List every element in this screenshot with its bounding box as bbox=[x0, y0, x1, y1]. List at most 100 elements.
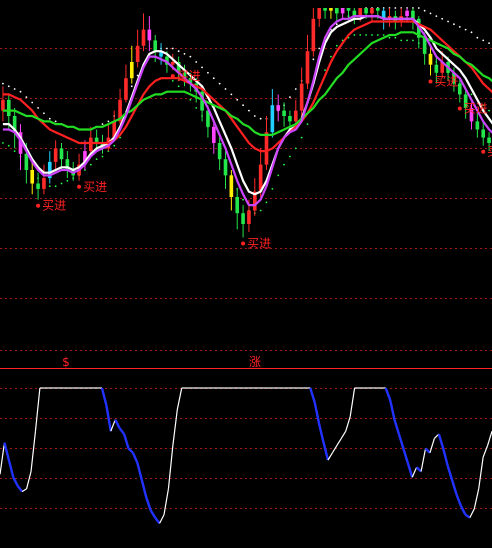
buy-signal-label: 买进 bbox=[42, 199, 66, 213]
dotted-line-point bbox=[476, 36, 479, 39]
dotted-line-point bbox=[265, 201, 268, 204]
dotted-line-point bbox=[330, 55, 332, 58]
dotted-line-point bbox=[60, 182, 63, 185]
dotted-line-point bbox=[470, 93, 473, 96]
candle-body bbox=[247, 210, 251, 224]
dotted-line-point bbox=[189, 55, 192, 58]
dotted-line-point bbox=[43, 112, 45, 115]
dotted-line-point bbox=[306, 123, 309, 125]
candle-body bbox=[24, 153, 29, 170]
dotted-line-point bbox=[37, 107, 39, 109]
dotted-line-point bbox=[107, 120, 110, 123]
dotted-line-point bbox=[2, 82, 4, 85]
dotted-line-point bbox=[253, 115, 256, 117]
buy-signal-label: 买进 bbox=[247, 237, 271, 251]
dotted-line-point bbox=[89, 163, 92, 166]
candle-body bbox=[217, 143, 222, 160]
candle-body bbox=[36, 183, 40, 189]
dotted-line-point bbox=[259, 209, 262, 212]
dotted-line-point bbox=[130, 85, 133, 88]
candle-body bbox=[282, 110, 286, 116]
dotted-line-point bbox=[376, 34, 379, 36]
dotted-line-point bbox=[318, 47, 321, 50]
dotted-line-point bbox=[224, 88, 227, 90]
dotted-line-point bbox=[464, 28, 467, 31]
candle-body bbox=[229, 175, 234, 197]
dotted-line-point bbox=[400, 39, 403, 42]
dotted-line-point bbox=[382, 34, 385, 36]
dotted-line-point bbox=[371, 34, 373, 36]
dotted-line-point bbox=[177, 50, 180, 53]
candle-body bbox=[147, 29, 152, 41]
candle-body bbox=[235, 197, 240, 214]
dotted-line-point bbox=[171, 80, 174, 82]
dotted-line-point bbox=[294, 147, 297, 150]
candle-body bbox=[293, 110, 298, 122]
dotted-line-point bbox=[312, 58, 315, 61]
dotted-line-point bbox=[394, 36, 397, 39]
buy-signal-dot bbox=[428, 79, 433, 84]
candle-body bbox=[340, 8, 345, 14]
candle-body bbox=[475, 121, 480, 130]
buy-signal-label: 买进 bbox=[464, 102, 488, 116]
dotted-line-point bbox=[271, 188, 274, 190]
candle-body bbox=[42, 178, 46, 189]
candle-body bbox=[129, 62, 134, 79]
buy-signal-label: 买进 bbox=[177, 69, 201, 83]
candle-body bbox=[135, 45, 140, 62]
dotted-line-point bbox=[406, 39, 408, 42]
candle-body bbox=[30, 170, 35, 184]
candle-body bbox=[141, 29, 146, 46]
candle-body bbox=[329, 8, 333, 11]
dotted-line-point bbox=[365, 34, 367, 36]
chart-background bbox=[0, 0, 492, 544]
candle-body bbox=[481, 129, 486, 138]
dotted-line-point bbox=[95, 158, 98, 161]
candle-body bbox=[422, 37, 427, 54]
buy-signal-dot bbox=[170, 74, 175, 79]
buy-signal-label: 买进 bbox=[83, 180, 107, 194]
dotted-line-point bbox=[189, 98, 192, 101]
dotted-line-point bbox=[230, 93, 233, 96]
dotted-line-point bbox=[48, 185, 51, 188]
dotted-line-point bbox=[259, 117, 262, 120]
candle-body bbox=[170, 62, 175, 65]
buy-signal-dot bbox=[36, 203, 41, 208]
dotted-line-point bbox=[488, 42, 490, 44]
dotted-line-point bbox=[429, 12, 432, 15]
dotted-line-point bbox=[289, 155, 291, 158]
dotted-line-point bbox=[66, 179, 69, 182]
candle-body bbox=[305, 51, 310, 84]
dotted-line-point bbox=[277, 174, 280, 177]
dotted-line-point bbox=[54, 120, 57, 123]
candle-body bbox=[211, 126, 216, 143]
candle-body bbox=[375, 8, 380, 11]
candle-body bbox=[264, 132, 269, 165]
dotted-line-point bbox=[7, 144, 10, 147]
dotted-line-point bbox=[324, 69, 326, 71]
buy-signal-dot bbox=[77, 184, 82, 189]
dotted-line-point bbox=[183, 53, 186, 55]
candle-body bbox=[323, 8, 327, 11]
dotted-line-point bbox=[25, 96, 28, 98]
dotted-line-point bbox=[453, 23, 455, 26]
candle-body bbox=[53, 148, 58, 162]
dotted-line-point bbox=[353, 34, 356, 36]
candle-body bbox=[124, 78, 128, 100]
candle-body bbox=[364, 8, 368, 14]
candle-body bbox=[276, 105, 281, 111]
dotted-line-point bbox=[335, 44, 338, 47]
dotted-line-point bbox=[488, 109, 490, 112]
candle-body bbox=[405, 10, 409, 17]
dotted-line-point bbox=[101, 155, 104, 158]
dotted-line-point bbox=[2, 142, 4, 144]
dotted-line-point bbox=[54, 185, 57, 188]
buy-signal-dot bbox=[457, 106, 462, 111]
dotted-line-point bbox=[388, 36, 391, 39]
candle-body bbox=[241, 213, 245, 224]
dotted-line-point bbox=[294, 88, 297, 90]
dotted-line-point bbox=[482, 39, 485, 42]
chart-canvas: 买进买进买进买进买进买进买进 $涨 bbox=[0, 0, 492, 544]
dotted-line-point bbox=[236, 98, 239, 101]
candle-body bbox=[153, 40, 158, 52]
